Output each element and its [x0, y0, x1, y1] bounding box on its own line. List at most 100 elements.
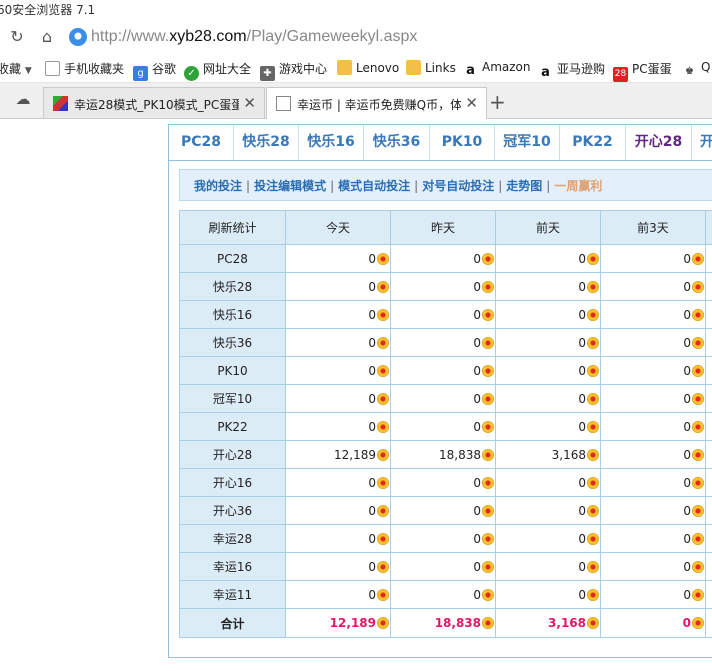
value-cell: 0: [390, 496, 496, 525]
game-tab-pc28[interactable]: PC28: [169, 125, 234, 160]
bookmark-google[interactable]: g 谷歌: [133, 60, 176, 81]
bookmark-amazon-cn[interactable]: a 亚马逊购: [538, 60, 605, 80]
coin-icon: [587, 448, 599, 461]
coin-icon: [377, 532, 389, 545]
value-cell: 0: [600, 468, 706, 497]
coin-icon: [482, 392, 494, 405]
coin-icon: [587, 280, 599, 293]
bookmark-lenovo[interactable]: Lenovo: [337, 60, 399, 75]
window-title: 60安全浏览器 7.1: [0, 3, 96, 17]
coin-value: 0: [473, 363, 481, 378]
nav-weekly-profit[interactable]: 一周赢利: [554, 179, 602, 193]
refresh-icon[interactable]: ↻: [7, 27, 27, 47]
coin-icon: [587, 392, 599, 405]
game-tab-kuaile36[interactable]: 快乐36: [364, 125, 430, 160]
tab-pc-dandan[interactable]: 幸运28模式_PK10模式_PC蛋蛋 ✕: [43, 87, 265, 118]
value-cell: 0: [285, 356, 391, 385]
url-field[interactable]: http://www.xyb28.com/Play/Gameweekyl.asp…: [91, 28, 417, 46]
game-tab-kaixin28[interactable]: 开心28: [626, 125, 692, 160]
coin-icon: [587, 532, 599, 545]
value-cell: 0: [600, 496, 706, 525]
value-cell: 12,189: [285, 440, 391, 469]
coin-value: 0: [368, 279, 376, 294]
bookmark-amazon[interactable]: a Amazon: [463, 60, 531, 78]
value-cell: 0: [600, 412, 706, 441]
coin-icon: [377, 476, 389, 489]
window-titlebar: 60安全浏览器 7.1: [0, 0, 712, 22]
game-tab-pk22[interactable]: PK22: [560, 125, 626, 160]
bookmark-favorites[interactable]: 收藏 ▼: [0, 60, 32, 77]
value-cell: 0: [495, 300, 601, 329]
nav-auto-number[interactable]: 对号自动投注: [422, 179, 494, 193]
extra-cell: [705, 524, 712, 553]
bookmark-q[interactable]: ♚ Q: [682, 60, 710, 79]
new-tab-icon[interactable]: +: [489, 90, 506, 114]
coin-value: 0: [473, 587, 481, 602]
value-cell: 0: [285, 580, 391, 609]
coin-icon: [692, 364, 704, 377]
address-bar: ↻ ⌂ http://www.xyb28.com/Play/Gameweekyl…: [0, 22, 712, 53]
coin-icon: [482, 448, 494, 461]
value-cell: 3,168: [495, 440, 601, 469]
amazon-icon: a: [463, 63, 478, 78]
coin-icon: [692, 617, 704, 629]
coin-value: 0: [578, 559, 586, 574]
bookmark-games[interactable]: ✚ 游戏中心: [260, 60, 327, 81]
bookmark-links[interactable]: Links: [406, 60, 456, 75]
nav-edit-mode[interactable]: 投注编辑模式: [254, 179, 326, 193]
coin-value: 3,168: [551, 447, 586, 462]
value-cell: 12,189: [285, 608, 391, 638]
coin-value: 12,189: [334, 447, 376, 462]
coin-value: 0: [473, 307, 481, 322]
value-cell: 0: [600, 244, 706, 273]
coin-icon: [377, 364, 389, 377]
coin-value: 0: [683, 447, 691, 462]
game-tab-pk10[interactable]: PK10: [430, 125, 495, 160]
bookmark-pcdandan[interactable]: 28 PC蛋蛋: [613, 60, 672, 82]
extra-cell: [705, 580, 712, 609]
coin-icon: [692, 336, 704, 349]
coin-value: 0: [683, 531, 691, 546]
value-cell: 0: [600, 580, 706, 609]
coin-value: 0: [683, 475, 691, 490]
nav-trend-chart[interactable]: 走势图: [506, 179, 542, 193]
value-cell: 0: [495, 328, 601, 357]
bookmark-mobile[interactable]: 手机收藏夹: [45, 60, 124, 77]
close-icon[interactable]: ✕: [239, 94, 256, 112]
value-cell: 18,838: [390, 440, 496, 469]
coin-icon: [692, 392, 704, 405]
value-cell: 0: [390, 524, 496, 553]
tab-xyb[interactable]: 幸运币 | 幸运币免费赚Q币，体 ✕: [266, 87, 487, 119]
coin-icon: [377, 588, 389, 601]
coin-icon: [482, 252, 494, 265]
coin-icon: [692, 532, 704, 545]
value-cell: 0: [495, 580, 601, 609]
extra-cell: [705, 244, 712, 273]
home-icon[interactable]: ⌂: [37, 27, 57, 47]
coin-value: 0: [368, 559, 376, 574]
game-name: 开心36: [179, 496, 286, 525]
cloud-icon[interactable]: ☁: [13, 89, 33, 109]
table-row: PK22 0 0 0 0: [179, 412, 712, 441]
coin-value: 0: [578, 531, 586, 546]
nav-my-bets[interactable]: 我的投注: [194, 179, 242, 193]
coin-icon: [587, 504, 599, 517]
game-name: 幸运28: [179, 524, 286, 553]
coin-value: 0: [578, 279, 586, 294]
gamepad-icon: ✚: [260, 66, 275, 81]
coin-icon: [377, 336, 389, 349]
game-tab-guanjun10[interactable]: 冠军10: [495, 125, 560, 160]
coin-icon: [377, 420, 389, 433]
game-tab-kuaile16[interactable]: 快乐16: [299, 125, 364, 160]
sub-navigation: 我的投注 | 投注编辑模式 | 模式自动投注 | 对号自动投注 | 走势图 | 一周赢利: [179, 169, 712, 201]
total-label: 合计: [179, 608, 286, 638]
header-refresh-stats[interactable]: 刷新统计: [179, 210, 286, 245]
game-tab-more[interactable]: 开: [692, 125, 712, 160]
coin-value: 18,838: [439, 447, 481, 462]
coin-value: 0: [368, 475, 376, 490]
close-icon[interactable]: ✕: [461, 94, 478, 112]
game-tab-kuaile28[interactable]: 快乐28: [234, 125, 299, 160]
nav-auto-mode[interactable]: 模式自动投注: [338, 179, 410, 193]
value-cell: 0: [600, 384, 706, 413]
bookmark-hao[interactable]: ✓ 网址大全: [184, 60, 251, 81]
